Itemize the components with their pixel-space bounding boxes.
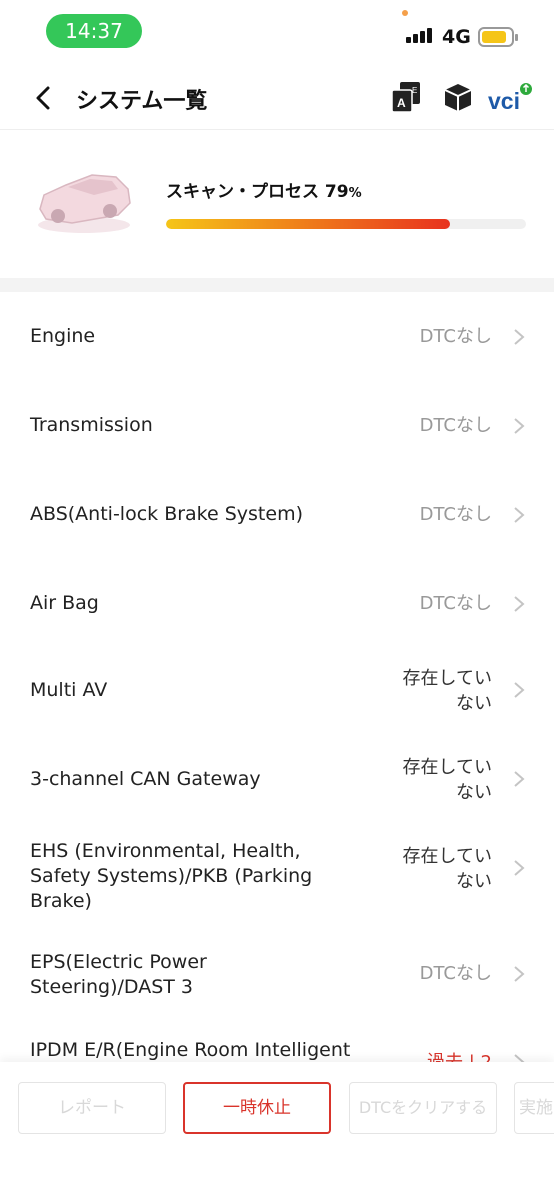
system-status: DTCなし (419, 504, 492, 525)
system-status: DTCなし (419, 326, 492, 347)
system-status: DTCなし (419, 415, 492, 436)
system-row-eps[interactable]: EPS(Electric Power Steering)/DAST 3 DTCな… (0, 926, 554, 1018)
chevron-right-icon (514, 329, 525, 345)
scan-percent-sign: % (348, 186, 362, 201)
system-status: DTCなし (419, 593, 492, 614)
system-name: Engine (30, 325, 96, 347)
system-name: 3-channel CAN Gateway (30, 768, 261, 790)
system-name: EHS (Environmental, Health, Safety Syste… (30, 840, 313, 912)
svg-text:vci: vci (488, 88, 520, 114)
system-row-engine[interactable]: Engine DTCなし (0, 292, 554, 381)
back-arrow-icon[interactable] (30, 84, 58, 112)
more-action-button[interactable]: 実施 (514, 1082, 554, 1134)
svg-text:E: E (412, 86, 417, 95)
scan-progress-section: スキャン・プロセス 79% (0, 131, 554, 278)
recording-indicator-icon (402, 10, 408, 16)
chevron-right-icon (514, 507, 525, 523)
system-row-ehs-pkb[interactable]: EHS (Environmental, Health, Safety Syste… (0, 826, 554, 926)
system-status: 存在していない (402, 757, 492, 803)
system-name: EPS(Electric Power Steering)/DAST 3 (30, 951, 207, 998)
package-icon[interactable] (442, 82, 474, 112)
page-title: システム一覧 (76, 89, 208, 114)
system-row-transmission[interactable]: Transmission DTCなし (0, 381, 554, 470)
chevron-right-icon (514, 596, 525, 612)
scan-progress-text: スキャン・プロセス 79 (166, 182, 349, 202)
clear-dtc-button[interactable]: DTCをクリアする (349, 1082, 497, 1134)
car-image (38, 174, 131, 233)
system-name: ABS(Anti-lock Brake System) (30, 503, 303, 525)
system-status: 存在していない (402, 846, 492, 892)
scan-progress-bar (166, 219, 526, 229)
chevron-right-icon (514, 418, 525, 434)
scan-progress-label: スキャン・プロセス 79% (166, 177, 362, 202)
translate-icon[interactable]: A E (390, 80, 422, 114)
system-row-can-gateway[interactable]: 3-channel CAN Gateway 存在していない (0, 737, 554, 826)
scan-progress-fill (166, 219, 451, 229)
system-name: IPDM E/R(Engine Room Intelligent (30, 1039, 351, 1061)
system-status: DTCなし (419, 963, 492, 984)
status-bar: 14:37 4G (0, 0, 554, 64)
system-row-multi-av[interactable]: Multi AV 存在していない (0, 648, 554, 737)
status-time: 14:37 (46, 14, 142, 48)
chevron-right-icon (514, 860, 525, 876)
chevron-right-icon (514, 771, 525, 787)
system-row-abs[interactable]: ABS(Anti-lock Brake System) DTCなし (0, 470, 554, 559)
svg-text:A: A (397, 96, 406, 110)
pause-button[interactable]: 一時休止 (183, 1082, 331, 1134)
battery-icon (478, 27, 518, 47)
section-divider (0, 278, 554, 292)
vci-connection-icon[interactable]: vci (488, 82, 532, 114)
network-type: 4G (442, 26, 471, 48)
chevron-right-icon (514, 682, 525, 698)
nav-bar: システム一覧 A E vci (0, 64, 554, 130)
signal-strength-icon (406, 27, 436, 43)
system-status: 存在していない (402, 668, 492, 714)
system-row-air-bag[interactable]: Air Bag DTCなし (0, 559, 554, 648)
system-name: Air Bag (30, 592, 99, 614)
system-name: Transmission (30, 414, 153, 436)
chevron-right-icon (514, 966, 525, 982)
report-button[interactable]: レポート (18, 1082, 166, 1134)
system-name: Multi AV (30, 679, 108, 701)
